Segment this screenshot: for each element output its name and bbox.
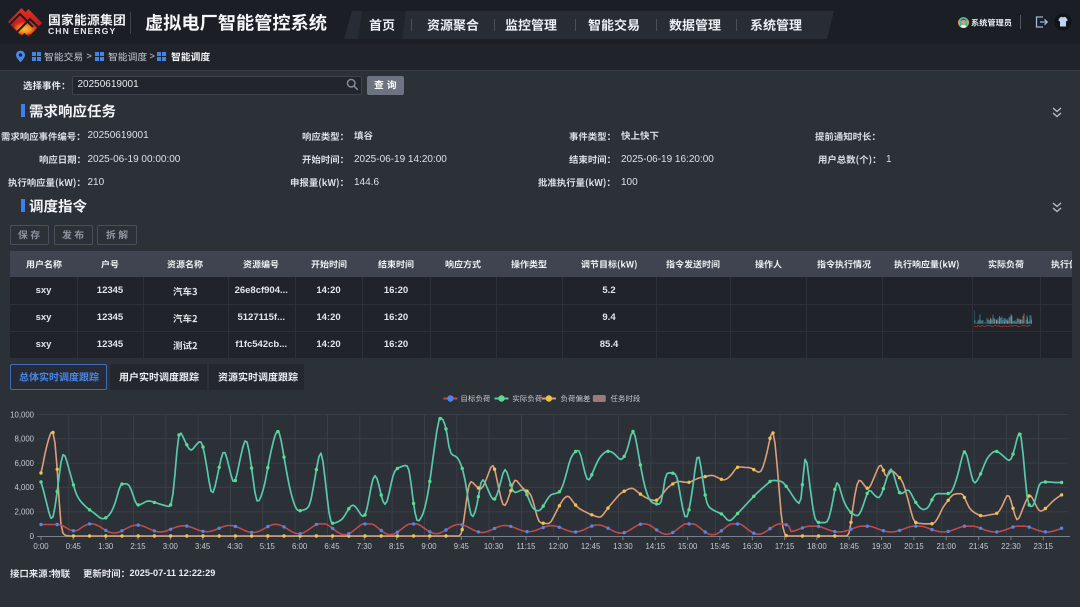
svg-text:0: 0	[30, 532, 35, 541]
svg-text:6,000: 6,000	[14, 459, 34, 468]
svg-text:11:15: 11:15	[517, 542, 537, 551]
svg-text:18:00: 18:00	[807, 542, 827, 551]
svg-text:20:15: 20:15	[904, 542, 924, 551]
svg-text:19:30: 19:30	[872, 542, 892, 551]
svg-text:10:30: 10:30	[484, 542, 504, 551]
svg-text:15:00: 15:00	[678, 542, 698, 551]
svg-text:17:15: 17:15	[775, 542, 795, 551]
svg-text:3:00: 3:00	[163, 542, 179, 551]
svg-text:12:45: 12:45	[581, 542, 601, 551]
svg-text:8:15: 8:15	[389, 542, 405, 551]
svg-text:10,000: 10,000	[10, 410, 35, 419]
svg-text:3:45: 3:45	[195, 542, 211, 551]
svg-text:16:30: 16:30	[743, 542, 763, 551]
svg-text:2:15: 2:15	[130, 542, 146, 551]
svg-text:22:30: 22:30	[1001, 542, 1021, 551]
svg-text:6:45: 6:45	[324, 542, 340, 551]
svg-text:14:15: 14:15	[646, 542, 666, 551]
svg-text:4,000: 4,000	[14, 483, 34, 492]
svg-text:18:45: 18:45	[839, 542, 859, 551]
svg-text:4:30: 4:30	[227, 542, 243, 551]
svg-text:21:00: 21:00	[936, 542, 956, 551]
svg-text:8,000: 8,000	[14, 435, 34, 444]
svg-text:15:45: 15:45	[710, 542, 730, 551]
svg-text:5:15: 5:15	[260, 542, 276, 551]
svg-text:23:15: 23:15	[1033, 542, 1053, 551]
svg-text:6:00: 6:00	[292, 542, 308, 551]
svg-text:21:45: 21:45	[969, 542, 989, 551]
svg-text:7:30: 7:30	[357, 542, 373, 551]
svg-text:2,000: 2,000	[14, 508, 34, 517]
svg-text:0:00: 0:00	[33, 542, 49, 551]
svg-text:9:45: 9:45	[454, 542, 470, 551]
svg-text:13:30: 13:30	[613, 542, 633, 551]
svg-text:9:00: 9:00	[421, 542, 437, 551]
svg-text:0:45: 0:45	[66, 542, 82, 551]
svg-text:1:30: 1:30	[98, 542, 114, 551]
svg-text:12:00: 12:00	[549, 542, 569, 551]
